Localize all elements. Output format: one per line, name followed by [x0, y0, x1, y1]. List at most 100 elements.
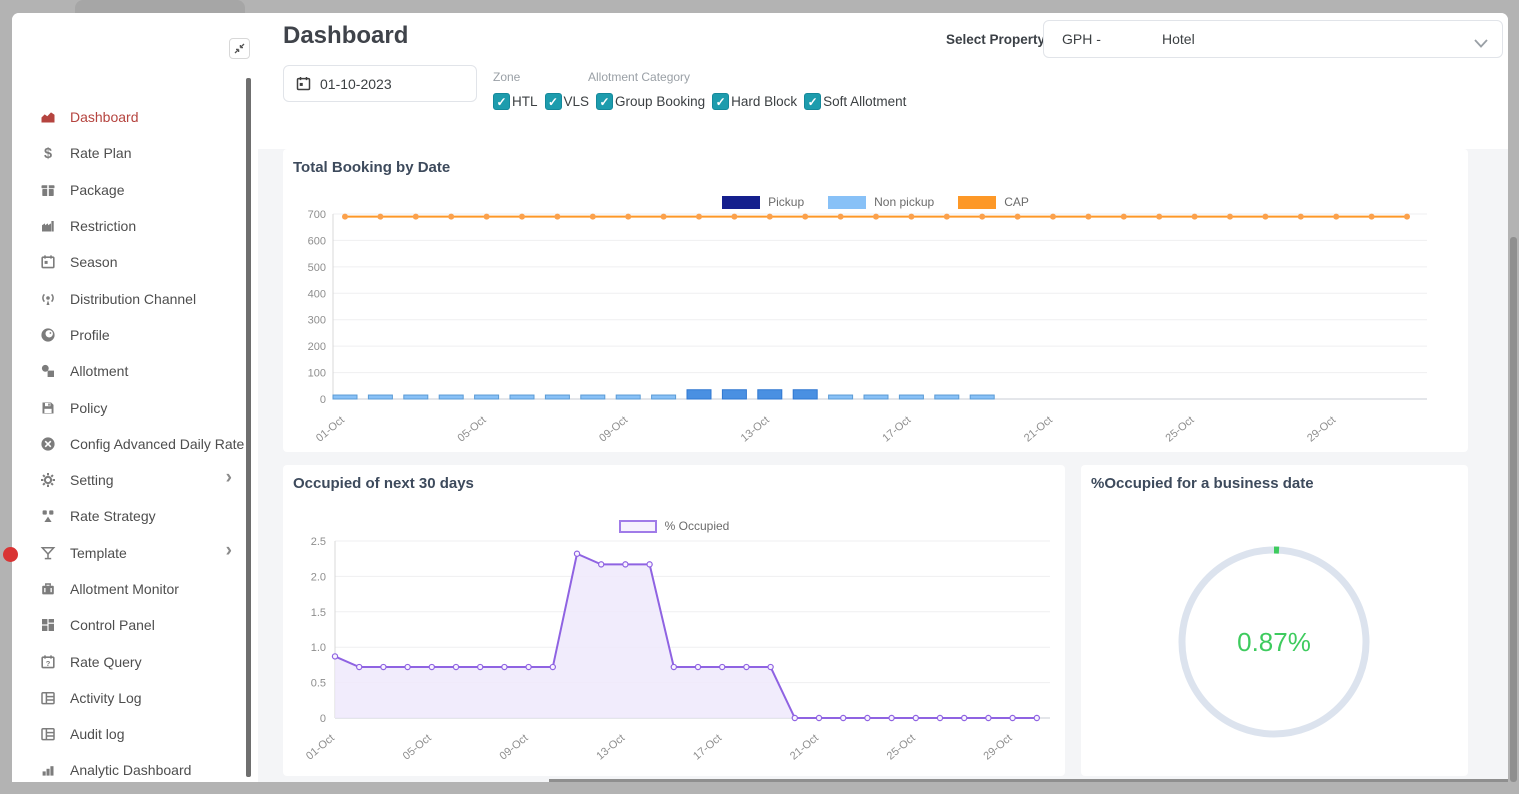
calendar-icon	[40, 254, 56, 270]
sidebar-item-rate-strategy[interactable]: Rate Strategy	[12, 498, 246, 534]
sidebar-collapse-button[interactable]	[229, 38, 250, 59]
sidebar-item-rate-query[interactable]: ? Rate Query	[12, 643, 246, 679]
svg-text:05-Oct: 05-Oct	[401, 732, 434, 762]
svg-text:$: $	[44, 146, 52, 161]
sidebar-item-package[interactable]: Package	[12, 172, 246, 208]
sidebar-item-season[interactable]: Season	[12, 244, 246, 280]
allotment-category-label: Allotment Category	[588, 70, 690, 84]
sidebar-item-config-advanced-daily-rate[interactable]: Config Advanced Daily Rate	[12, 426, 246, 462]
app-window: Dashboard $Rate Plan Package Restriction Sea…	[12, 13, 1508, 782]
sidebar-item-activity-log[interactable]: Activity Log	[12, 680, 246, 716]
legend-item-occupied[interactable]: % Occupied	[619, 519, 730, 533]
occupied-gauge-title: %Occupied for a business date	[1091, 475, 1314, 492]
sidebar-item-profile[interactable]: Profile	[12, 317, 246, 353]
legend-swatch	[828, 196, 866, 209]
svg-text:17-Oct: 17-Oct	[880, 414, 913, 444]
legend-item-cap[interactable]: CAP	[958, 195, 1029, 209]
checkbox-checked-icon: ✓	[545, 93, 562, 110]
sidebar-item-distribution-channel[interactable]: Distribution Channel	[12, 280, 246, 316]
dollar-icon: $	[40, 145, 56, 161]
sidebar-item-template[interactable]: Template›	[12, 535, 246, 571]
page-header: Dashboard Select Property GPH - Hotel 01…	[258, 13, 1508, 149]
total-booking-legend: Pickup Non pickup CAP	[283, 195, 1468, 209]
total-booking-chart: 700600500400300200100001-Oct05-Oct09-Oct…	[283, 209, 1468, 449]
filter-checkbox-soft-allotment[interactable]: ✓Soft Allotment	[804, 93, 906, 110]
property-code: GPH -	[1062, 31, 1101, 47]
total-booking-card: Total Booking by Date Pickup Non pickup CA…	[283, 149, 1468, 452]
svg-text:1.5: 1.5	[311, 607, 326, 619]
window-frame-tab	[75, 0, 245, 13]
occupied-gauge-chart: 0.87%	[1081, 509, 1468, 771]
legend-item-pickup[interactable]: Pickup	[722, 195, 804, 209]
sidebar-item-label: Analytic Dashboard	[70, 762, 191, 778]
horizontal-scrollbar[interactable]	[549, 779, 1508, 782]
legend-swatch	[619, 520, 657, 533]
sidebar-item-label: Rate Query	[70, 654, 142, 670]
svg-text:01-Oct: 01-Oct	[314, 414, 347, 444]
business-date-input[interactable]: 01-10-2023	[283, 65, 477, 102]
sidebar-item-analytic-dashboard[interactable]: Analytic Dashboard	[12, 752, 246, 782]
svg-text:29-Oct: 29-Oct	[1305, 414, 1338, 444]
filter-checkbox-group-booking[interactable]: ✓Group Booking	[596, 93, 705, 110]
window-vertical-scrollbar[interactable]	[1510, 237, 1517, 782]
sidebar-menu: Dashboard $Rate Plan Package Restriction Sea…	[12, 99, 246, 782]
radiation-icon	[40, 508, 56, 524]
sidebar-item-label: Package	[70, 182, 124, 198]
svg-text:25-Oct: 25-Oct	[1164, 414, 1197, 444]
sidebar-item-policy[interactable]: Policy	[12, 389, 246, 425]
notification-dot	[3, 547, 18, 562]
total-booking-title: Total Booking by Date	[293, 159, 450, 176]
chevron-right-icon: ›	[226, 467, 232, 489]
checkbox-checked-icon: ✓	[712, 93, 729, 110]
circle-x-icon	[40, 436, 56, 452]
filter-checkbox-hard-block[interactable]: ✓Hard Block	[712, 93, 797, 110]
sidebar-item-allotment[interactable]: Allotment	[12, 353, 246, 389]
legend-label: % Occupied	[665, 519, 730, 533]
svg-text:2.5: 2.5	[311, 536, 326, 548]
property-name: Hotel	[1162, 31, 1195, 47]
sidebar-item-control-panel[interactable]: Control Panel	[12, 607, 246, 643]
svg-text:0.87%: 0.87%	[1237, 627, 1311, 657]
sidebar-item-allotment-monitor[interactable]: Allotment Monitor	[12, 571, 246, 607]
checkbox-label: Hard Block	[731, 94, 797, 109]
filter-checkbox-htl[interactable]: ✓HTL	[493, 93, 538, 110]
sidebar-item-label: Config Advanced Daily Rate	[70, 436, 244, 452]
sidebar-item-dashboard[interactable]: Dashboard	[12, 99, 246, 135]
sidebar-item-label: Audit log	[70, 726, 124, 742]
occupied-legend: % Occupied	[283, 519, 1065, 533]
grid-icon	[40, 617, 56, 633]
shapes-icon	[40, 363, 56, 379]
svg-text:09-Oct: 09-Oct	[597, 414, 630, 444]
sidebar-item-restriction[interactable]: Restriction	[12, 208, 246, 244]
sidebar: Dashboard $Rate Plan Package Restriction Sea…	[12, 13, 258, 782]
sidebar-item-audit-log[interactable]: Audit log	[12, 716, 246, 752]
checkbox-label: Soft Allotment	[823, 94, 906, 109]
calendar-icon	[296, 76, 311, 91]
svg-text:2.0: 2.0	[311, 571, 326, 583]
sidebar-item-label: Dashboard	[70, 109, 139, 125]
property-select[interactable]: GPH - Hotel	[1043, 20, 1503, 58]
legend-item-non-pickup[interactable]: Non pickup	[828, 195, 934, 209]
legend-swatch	[722, 196, 760, 209]
svg-text:13-Oct: 13-Oct	[739, 414, 772, 444]
occupied-30days-chart: 2.52.01.51.00.5001-Oct05-Oct09-Oct13-Oct…	[283, 535, 1065, 773]
sidebar-item-label: Allotment	[70, 363, 128, 379]
briefcase-icon	[40, 581, 56, 597]
table-icon	[40, 690, 56, 706]
sidebar-item-label: Restriction	[70, 218, 136, 234]
funnel-icon	[40, 545, 56, 561]
sidebar-item-label: Setting	[70, 472, 114, 488]
sidebar-scrollbar[interactable]	[246, 78, 251, 777]
occupied-30days-title: Occupied of next 30 days	[293, 475, 474, 492]
svg-text:700: 700	[308, 209, 326, 221]
svg-text:600: 600	[308, 235, 326, 247]
page-title: Dashboard	[283, 22, 408, 50]
filter-checkbox-vls[interactable]: ✓VLS	[545, 93, 590, 110]
svg-text:?: ?	[46, 659, 51, 668]
sidebar-item-setting[interactable]: Setting ›	[12, 462, 246, 498]
legend-swatch	[958, 196, 996, 209]
sidebar-item-rate-plan[interactable]: $Rate Plan	[12, 135, 246, 171]
svg-text:21-Oct: 21-Oct	[1022, 414, 1055, 444]
sidebar-item-label: Policy	[70, 400, 107, 416]
sidebar-item-label: Profile	[70, 327, 110, 343]
